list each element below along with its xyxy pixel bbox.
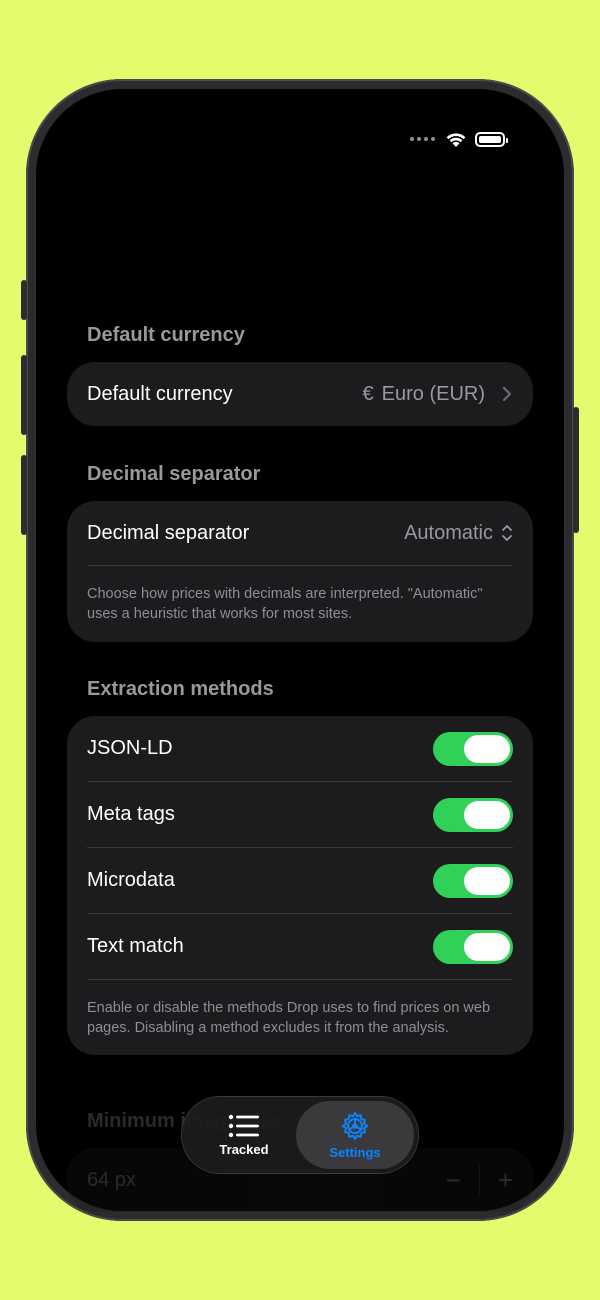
text-match-toggle[interactable]: [433, 929, 513, 964]
decimal-footnote: Choose how prices with decimals are inte…: [87, 586, 483, 622]
decimal-separator-label: Decimal separator: [87, 521, 250, 544]
decrement-button[interactable]: −: [446, 1165, 461, 1196]
volume-up-button: [21, 355, 27, 435]
tab-settings-label: Settings: [329, 1144, 381, 1160]
method-label: Text match: [87, 935, 184, 957]
chevron-up-down-icon: [502, 525, 512, 541]
microdata-toggle[interactable]: [433, 863, 513, 898]
minimum-image-size-value: 64 px: [87, 1168, 136, 1191]
page-title: Settings: [67, 252, 225, 296]
method-row-meta-tags: Meta tags: [67, 782, 533, 847]
list-icon: [228, 1114, 259, 1137]
default-currency-label: Default currency: [87, 382, 233, 405]
method-row-microdata: Microdata: [67, 848, 533, 913]
decimal-separator-picker[interactable]: Automatic: [404, 522, 513, 545]
decimal-separator-value: Automatic: [404, 521, 493, 544]
decimal-separator-row[interactable]: Decimal separator Automatic: [67, 501, 533, 565]
toggle-knob: [464, 800, 510, 829]
toggle-knob: [464, 734, 510, 763]
chevron-right-icon: [502, 386, 512, 402]
tab-tracked-label: Tracked: [219, 1141, 269, 1157]
default-currency-value: € Euro (EUR): [363, 383, 513, 406]
currency-card: Default currency € Euro (EUR): [67, 362, 533, 426]
method-row-text-match: Text match: [67, 914, 533, 979]
method-label: JSON-LD: [87, 737, 173, 759]
method-label: Microdata: [87, 869, 175, 891]
decimal-card: Decimal separator Automatic Choose how p…: [67, 501, 533, 642]
increment-button[interactable]: +: [498, 1165, 513, 1196]
signal-dots-icon: [410, 137, 435, 141]
stage: 09:41 Settings Default currency Default …: [0, 0, 600, 1300]
size-stepper[interactable]: − +: [446, 1165, 513, 1196]
currency-name: Euro (EUR): [381, 382, 485, 405]
extraction-card: JSON-LD Meta tags Microdata Text match E…: [67, 716, 533, 1055]
toggle-knob: [464, 932, 510, 961]
section-header-decimal: Decimal separator: [87, 463, 261, 485]
extraction-footnote: Enable or disable the methods Drop uses …: [87, 1000, 491, 1036]
tab-bar: Tracked Settings: [182, 1097, 418, 1173]
meta-tags-toggle[interactable]: [433, 797, 513, 832]
status-time: 09:41: [76, 128, 133, 151]
gear-icon: [341, 1111, 369, 1140]
wifi-icon: [446, 132, 466, 147]
toggle-knob: [464, 866, 510, 895]
currency-symbol: €: [362, 382, 374, 405]
stepper-divider: [478, 1165, 480, 1195]
tab-settings[interactable]: Settings: [296, 1101, 414, 1169]
power-button: [573, 407, 579, 533]
default-currency-row[interactable]: Default currency € Euro (EUR): [67, 362, 533, 426]
json-ld-toggle[interactable]: [433, 731, 513, 766]
battery-icon: [475, 131, 508, 147]
action-button: [21, 280, 27, 320]
status-icons: [410, 127, 508, 151]
method-row-json-ld: JSON-LD: [67, 716, 533, 781]
volume-down-button: [21, 455, 27, 535]
section-header-currency: Default currency: [87, 324, 245, 346]
section-header-extraction: Extraction methods: [87, 678, 274, 700]
method-label: Meta tags: [87, 803, 175, 825]
tab-tracked[interactable]: Tracked: [186, 1101, 302, 1169]
